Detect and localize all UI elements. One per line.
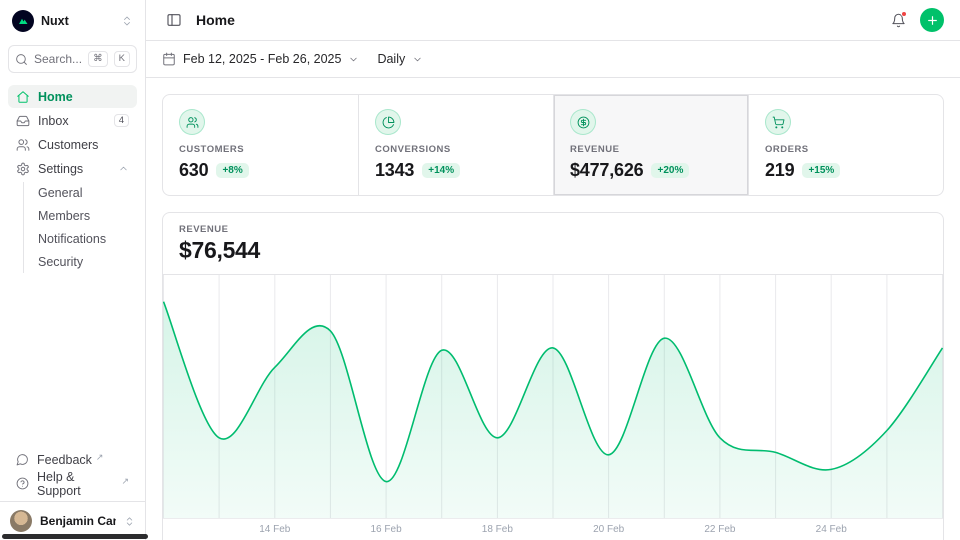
calendar-icon xyxy=(162,52,176,66)
team-name: Nuxt xyxy=(41,14,114,28)
sidebar-item-label: Customers xyxy=(38,138,98,152)
sidebar-item-customers[interactable]: Customers xyxy=(8,133,137,156)
x-axis-label: 20 Feb xyxy=(593,524,624,535)
chart-metric-value: $76,544 xyxy=(179,237,927,264)
sidebar: Nuxt Search... ⌘ K Home Inbox 4 Customer… xyxy=(0,0,146,540)
chevrons-up-down-icon xyxy=(121,15,133,27)
sidebar-item-label: Settings xyxy=(38,162,83,176)
plus-icon xyxy=(926,14,939,27)
home-icon xyxy=(16,90,30,104)
users-icon xyxy=(16,138,30,152)
search-input[interactable]: Search... ⌘ K xyxy=(8,45,137,73)
settings-submenu: General Members Notifications Security xyxy=(23,182,137,273)
inbox-icon xyxy=(16,114,30,128)
sidebar-item-label: Home xyxy=(38,90,73,104)
page-title: Home xyxy=(196,12,235,28)
stats-row: CUSTOMERS 630 +8% CONVERSIONS 1343 +14% xyxy=(162,94,944,196)
help-support-label: Help & Support xyxy=(37,470,117,498)
x-axis-label: 22 Feb xyxy=(704,524,735,535)
stat-value: $477,626 xyxy=(570,160,643,181)
stat-card-customers[interactable]: CUSTOMERS 630 +8% xyxy=(163,95,358,195)
kbd-cmd: ⌘ xyxy=(88,51,108,66)
x-axis-labels: 14 Feb 16 Feb 18 Feb 20 Feb 22 Feb 24 Feb xyxy=(163,518,943,540)
notifications-button[interactable] xyxy=(886,8,910,32)
date-range-picker[interactable]: Feb 12, 2025 - Feb 26, 2025 xyxy=(162,52,359,66)
main-panel: Home Feb 12, 2025 - Feb 26, 2025 Daily xyxy=(146,0,960,540)
dashboard-content: CUSTOMERS 630 +8% CONVERSIONS 1343 +14% xyxy=(146,78,960,540)
stat-value: 630 xyxy=(179,160,208,181)
chevron-down-icon xyxy=(348,54,359,65)
sidebar-item-notifications[interactable]: Notifications xyxy=(30,228,137,250)
x-axis-label: 24 Feb xyxy=(816,524,847,535)
nuxt-logo-icon xyxy=(12,10,34,32)
stat-label: ORDERS xyxy=(765,144,927,155)
help-support-link[interactable]: Help & Support ↗ xyxy=(8,472,137,495)
sidebar-spacer xyxy=(0,273,145,442)
sidebar-item-label: Inbox xyxy=(38,114,69,128)
users-icon xyxy=(179,109,205,135)
gear-icon xyxy=(16,162,30,176)
stat-value: 1343 xyxy=(375,160,414,181)
page-header: Home xyxy=(146,0,960,41)
stat-label: REVENUE xyxy=(570,144,732,155)
horizontal-scrollbar-thumb[interactable] xyxy=(2,534,148,539)
sidebar-footer-links: Feedback ↗ Help & Support ↗ xyxy=(0,442,145,501)
chevrons-up-down-icon xyxy=(124,516,135,527)
period-value: Daily xyxy=(377,52,405,66)
feedback-label: Feedback xyxy=(37,453,92,467)
stat-card-conversions[interactable]: CONVERSIONS 1343 +14% xyxy=(358,95,553,195)
stat-card-revenue[interactable]: REVENUE $477,626 +20% xyxy=(553,95,748,195)
x-axis-label: 18 Feb xyxy=(482,524,513,535)
search-icon xyxy=(15,53,28,66)
shopping-cart-icon xyxy=(765,109,791,135)
stat-delta-badge: +15% xyxy=(802,163,840,178)
chevron-up-icon xyxy=(118,163,129,174)
date-range-value: Feb 12, 2025 - Feb 26, 2025 xyxy=(183,52,341,66)
sidebar-item-inbox[interactable]: Inbox 4 xyxy=(8,109,137,132)
stat-delta-badge: +20% xyxy=(651,163,689,178)
chart-header: REVENUE $76,544 xyxy=(163,213,943,275)
sidebar-item-general[interactable]: General xyxy=(30,182,137,204)
stat-label: CONVERSIONS xyxy=(375,144,537,155)
stat-card-orders[interactable]: ORDERS 219 +15% xyxy=(748,95,943,195)
chart-pie-icon xyxy=(375,109,401,135)
kbd-k: K xyxy=(114,51,130,66)
toggle-sidebar-button[interactable] xyxy=(162,8,186,32)
help-circle-icon xyxy=(16,477,29,490)
inbox-count-badge: 4 xyxy=(114,114,129,127)
area-chart-svg xyxy=(163,275,943,518)
revenue-chart-card: REVENUE $76,544 14 Feb16 Feb18 Feb20 xyxy=(162,212,944,540)
chevron-down-icon xyxy=(412,54,423,65)
stat-label: CUSTOMERS xyxy=(179,144,342,155)
sidebar-item-settings[interactable]: Settings xyxy=(8,157,137,180)
search-placeholder: Search... xyxy=(34,52,82,66)
external-link-icon: ↗ xyxy=(96,452,104,463)
sidebar-nav: Home Inbox 4 Customers Settings General … xyxy=(0,73,145,273)
period-select[interactable]: Daily xyxy=(377,52,423,66)
avatar xyxy=(10,510,32,532)
stat-delta-badge: +14% xyxy=(422,163,460,178)
x-axis-label: 16 Feb xyxy=(370,524,401,535)
circle-dollar-icon xyxy=(570,109,596,135)
user-name: Benjamin Canac xyxy=(40,514,116,528)
stat-delta-badge: +8% xyxy=(216,163,248,178)
external-link-icon: ↗ xyxy=(121,476,129,487)
chart-metric-label: REVENUE xyxy=(179,224,927,235)
panel-left-icon xyxy=(166,12,182,28)
sidebar-item-home[interactable]: Home xyxy=(8,85,137,108)
revenue-chart[interactable] xyxy=(163,275,943,518)
sidebar-item-members[interactable]: Members xyxy=(30,205,137,227)
add-button[interactable] xyxy=(920,8,944,32)
sidebar-item-security[interactable]: Security xyxy=(30,251,137,273)
x-axis-label: 14 Feb xyxy=(259,524,290,535)
notification-dot xyxy=(901,11,907,17)
stat-value: 219 xyxy=(765,160,794,181)
feedback-link[interactable]: Feedback ↗ xyxy=(8,448,137,471)
team-selector[interactable]: Nuxt xyxy=(8,7,137,35)
message-icon xyxy=(16,453,29,466)
filters-toolbar: Feb 12, 2025 - Feb 26, 2025 Daily xyxy=(146,41,960,78)
